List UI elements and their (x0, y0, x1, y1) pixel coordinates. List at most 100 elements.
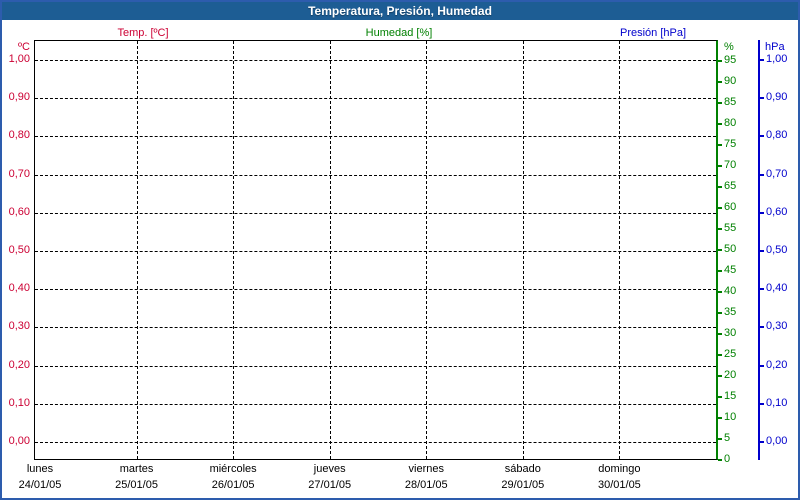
temperature-tick-label: 0,00 (8, 435, 30, 447)
temperature-axis-unit: ºC (18, 41, 30, 53)
humidity-tick (718, 102, 722, 104)
temperature-tick-label: 0,10 (8, 396, 30, 409)
humidity-tick-label: 0 (724, 453, 731, 465)
humidity-tick (718, 165, 722, 167)
humidity-tick-label: 10 (724, 411, 737, 423)
humidity-tick (718, 417, 722, 419)
humidity-tick-label: 80 (724, 117, 737, 129)
temperature-tick-label: 0,70 (8, 167, 30, 180)
pressure-tick-label: 0,60 (766, 205, 788, 218)
humidity-tick-label: 60 (724, 201, 737, 213)
x-axis-date-label: 28/01/05 (404, 479, 448, 491)
humidity-tick (718, 186, 722, 188)
humidity-tick (718, 60, 722, 62)
pressure-tick-label: 0,50 (766, 244, 788, 256)
grid-line-vertical (136, 41, 138, 459)
pressure-tick-label: 0,00 (766, 435, 788, 447)
humidity-tick (718, 228, 722, 230)
humidity-tick (718, 438, 722, 440)
chart-window: Temperatura, Presión, Humedad Temp. [ºC]… (0, 0, 800, 500)
humidity-tick-label: 95 (724, 54, 737, 66)
pressure-tick (760, 441, 764, 443)
humidity-tick-label: 15 (724, 390, 737, 402)
pressure-tick (760, 250, 764, 252)
temperature-tick-label: 0,50 (8, 244, 30, 256)
pressure-tick (760, 59, 764, 61)
humidity-tick-label: 30 (724, 327, 737, 339)
humidity-tick-label: 90 (724, 75, 737, 87)
pressure-tick-label: 0,20 (766, 358, 788, 371)
x-axis-date-label: 27/01/05 (308, 479, 352, 491)
humidity-tick-label: 45 (724, 264, 737, 276)
pressure-tick (760, 326, 764, 329)
pressure-tick (760, 135, 764, 138)
pressure-tick (760, 402, 764, 405)
humidity-tick-label: 25 (724, 348, 737, 360)
temperature-tick-label: 0,30 (8, 320, 30, 333)
x-axis-weekday-label: viernes (408, 463, 444, 475)
x-axis-weekday-label: domingo (598, 463, 641, 475)
humidity-tick-label: 50 (724, 243, 737, 255)
humidity-tick (718, 249, 722, 251)
humidity-tick-label: 55 (724, 222, 737, 234)
x-axis-date-label: 29/01/05 (501, 479, 545, 491)
pressure-tick (760, 211, 764, 214)
legend-pressure: Presión [hPa] (619, 27, 687, 39)
humidity-tick (718, 375, 722, 377)
legend-temperature: Temp. [ºC] (117, 27, 169, 39)
x-axis-date-label: 25/01/05 (115, 479, 158, 491)
grid-line-vertical (329, 41, 331, 459)
x-axis-date-label: 26/01/05 (211, 479, 255, 491)
grid-line-vertical (233, 41, 235, 459)
pressure-tick-label: 0,70 (766, 167, 788, 180)
x-axis-weekday-label: sábado (504, 463, 541, 475)
chart-stage: Temperatura, Presión, Humedad Temp. [ºC]… (2, 2, 798, 498)
x-axis-weekday-label: martes (119, 463, 154, 475)
legend-humidity: Humedad [%] (365, 27, 433, 39)
humidity-tick (718, 144, 722, 146)
temperature-tick-label: 0,90 (8, 91, 30, 104)
humidity-tick (718, 312, 722, 314)
humidity-tick-label: 85 (724, 96, 737, 108)
humidity-tick-label: 35 (724, 306, 737, 318)
grid-line-vertical (522, 41, 524, 459)
pressure-tick-label: 0,90 (766, 91, 788, 104)
pressure-axis-unit: hPa (765, 41, 785, 53)
x-axis-date-label: 24/01/05 (18, 479, 62, 491)
temperature-tick-label: 0,40 (8, 282, 30, 295)
humidity-axis-unit: % (724, 41, 734, 53)
pressure-tick (760, 173, 764, 176)
humidity-tick-label: 75 (724, 138, 737, 150)
temperature-tick-label: 0,80 (8, 129, 30, 142)
humidity-tick (718, 354, 722, 356)
humidity-tick-label: 70 (724, 159, 737, 171)
x-axis-weekday-label: lunes (26, 463, 54, 475)
temperature-tick-label: 1,00 (8, 53, 30, 65)
humidity-tick-label: 5 (724, 432, 731, 444)
humidity-tick (718, 459, 722, 461)
pressure-tick-label: 0,30 (766, 320, 788, 333)
grid-line-vertical (426, 41, 428, 459)
humidity-tick (718, 81, 722, 83)
grid-line-vertical (619, 41, 621, 459)
humidity-tick (718, 396, 722, 398)
pressure-tick-label: 0,40 (766, 282, 788, 295)
humidity-tick (718, 123, 722, 125)
pressure-tick-label: 1,00 (766, 53, 788, 65)
humidity-tick-label: 20 (724, 369, 737, 381)
pressure-tick (760, 97, 764, 100)
humidity-tick-label: 65 (724, 180, 737, 192)
x-axis-weekday-label: jueves (313, 463, 346, 475)
humidity-tick-label: 40 (724, 285, 737, 297)
humidity-tick (718, 207, 722, 209)
title-bar: Temperatura, Presión, Humedad (2, 2, 798, 20)
temperature-tick-label: 0,20 (8, 358, 30, 371)
pressure-tick-label: 0,10 (766, 396, 788, 409)
humidity-tick (718, 291, 722, 293)
humidity-tick (718, 270, 722, 272)
pressure-tick-label: 0,80 (766, 129, 788, 142)
humidity-tick (718, 333, 722, 335)
temperature-tick-label: 0,60 (8, 205, 30, 218)
pressure-tick (760, 288, 764, 291)
pressure-tick (760, 364, 764, 367)
